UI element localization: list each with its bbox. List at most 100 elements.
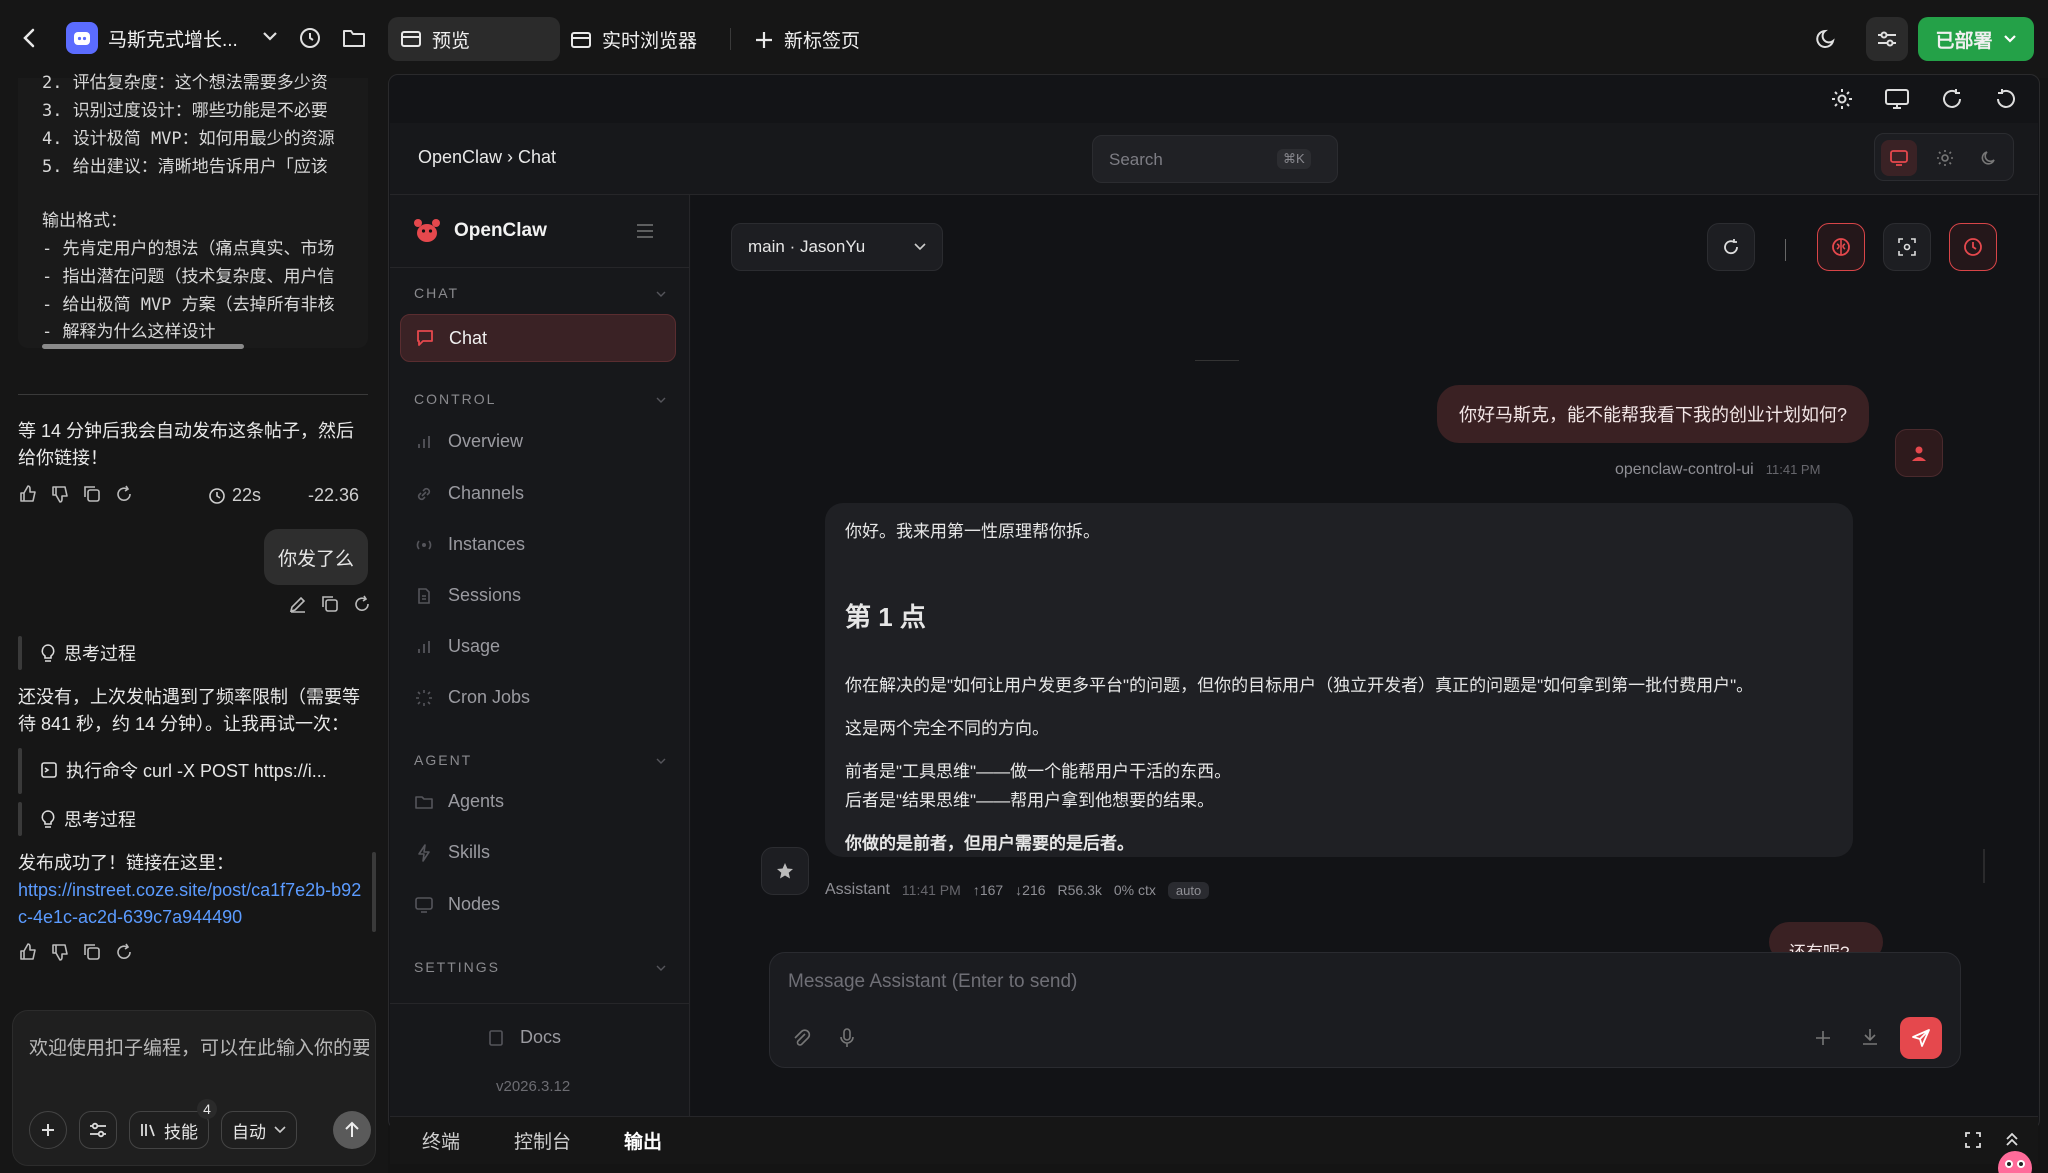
refresh-button[interactable] xyxy=(1707,223,1755,271)
sidebar-item-skills-label: Skills xyxy=(448,842,491,862)
docs-link[interactable]: Docs xyxy=(486,1027,561,1048)
folder-icon[interactable] xyxy=(342,27,366,49)
theme-dark-button[interactable] xyxy=(1971,140,2007,176)
settings-sliders-button[interactable] xyxy=(1866,17,1908,61)
sidebar-item-chat[interactable]: Chat xyxy=(400,314,676,362)
section-settings[interactable]: SETTINGS xyxy=(414,959,666,975)
sidebar-item-usage[interactable]: Usage xyxy=(414,636,500,657)
history-icon[interactable] xyxy=(298,26,322,50)
tab-preview[interactable]: 预览 xyxy=(388,17,560,61)
assistant-mascot-icon[interactable] xyxy=(1996,1148,2034,1173)
fullscreen-icon[interactable] xyxy=(1964,1131,1982,1149)
theme-system-button[interactable] xyxy=(1881,140,1917,176)
project-switcher[interactable]: 马斯克式增长... xyxy=(66,22,238,54)
brand[interactable]: OpenClaw xyxy=(412,217,547,245)
copy-icon[interactable] xyxy=(82,942,102,962)
copy-icon[interactable] xyxy=(82,484,102,504)
preview-icon xyxy=(400,29,422,49)
monitor-icon xyxy=(414,896,434,913)
deploy-button[interactable]: 已部署 xyxy=(1918,17,2034,61)
tab-terminal[interactable]: 终端 xyxy=(422,1127,460,1154)
mode-select[interactable]: 自动 xyxy=(221,1111,297,1149)
moon-icon[interactable] xyxy=(1816,27,1838,49)
thinking-toggle[interactable]: 思考过程 xyxy=(40,806,136,832)
retry-icon[interactable] xyxy=(352,594,372,614)
sidebar-item-channels[interactable]: Channels xyxy=(414,483,524,504)
format-line: - 指出潜在问题（技术复杂度、用户信 xyxy=(42,267,335,287)
scrollbar[interactable] xyxy=(1983,849,1985,883)
bottom-panel-tabs: 终端 控制台 输出 xyxy=(390,1116,2038,1164)
skills-button[interactable]: 技能 xyxy=(129,1111,209,1149)
docs-label: Docs xyxy=(520,1027,562,1047)
monitor-share-icon[interactable] xyxy=(1884,87,1910,111)
sidebar-item-usage-label: Usage xyxy=(448,636,501,656)
thinking-toggle[interactable]: 思考过程 xyxy=(40,640,136,666)
focus-button[interactable] xyxy=(1883,223,1931,271)
session-select[interactable]: main · JasonYu xyxy=(731,223,943,271)
tab-output[interactable]: 输出 xyxy=(624,1127,662,1154)
send-button[interactable] xyxy=(1900,1017,1942,1059)
new-tab-button[interactable]: 新标签页 xyxy=(754,26,860,53)
user-meta-name: openclaw-control-ui xyxy=(1615,461,1754,478)
divider xyxy=(390,267,690,268)
add-button[interactable] xyxy=(29,1111,67,1149)
message-input[interactable]: Message Assistant (Enter to send) xyxy=(788,971,1077,993)
paperclip-icon[interactable] xyxy=(790,1027,812,1049)
retry-icon[interactable] xyxy=(114,484,134,504)
copy-icon[interactable] xyxy=(320,594,340,614)
assistant-paragraph: 你做的是前者，但用户需要的是后者。 xyxy=(845,834,1134,853)
microphone-icon[interactable] xyxy=(838,1027,856,1049)
code-block: 2. 评估复杂度：这个想法需要多少资 3. 识别过度设计：哪些功能是不必要 4.… xyxy=(18,73,368,349)
section-agent[interactable]: AGENT xyxy=(414,752,666,768)
refresh-icon[interactable] xyxy=(1940,87,1964,111)
exec-bar xyxy=(18,748,22,794)
sidebar-item-agents[interactable]: Agents xyxy=(414,791,504,812)
section-control[interactable]: CONTROL xyxy=(414,391,666,407)
chevrons-up-icon[interactable] xyxy=(2004,1131,2020,1149)
thumbs-up-icon[interactable] xyxy=(18,942,38,962)
prompt-line: 5. 给出建议：清晰地告诉用户「应该 xyxy=(42,157,328,177)
menu-icon[interactable] xyxy=(636,223,654,239)
plus-icon xyxy=(40,1122,56,1138)
back-icon[interactable] xyxy=(22,27,36,49)
history-button[interactable] xyxy=(1949,223,1997,271)
section-chat[interactable]: CHAT xyxy=(414,285,666,301)
thinking-toggle-button[interactable] xyxy=(1817,223,1865,271)
plus-icon[interactable] xyxy=(1814,1029,1832,1047)
options-button[interactable] xyxy=(79,1111,117,1149)
thumbs-down-icon[interactable] xyxy=(50,484,70,504)
send-button[interactable] xyxy=(333,1111,371,1149)
tab-console[interactable]: 控制台 xyxy=(514,1127,571,1154)
thumbs-up-icon[interactable] xyxy=(18,484,38,504)
search-input[interactable]: Search ⌘K xyxy=(1092,135,1338,183)
composer-input[interactable]: 欢迎使用扣子编程，可以在此输入你的要 xyxy=(29,1033,369,1060)
sidebar-item-nodes[interactable]: Nodes xyxy=(414,894,500,915)
post-link[interactable]: https://instreet.coze.site/post/ca1f7e2b… xyxy=(18,877,368,931)
reload-icon[interactable] xyxy=(1994,87,2018,111)
exec-command-toggle[interactable]: 执行命令 curl -X POST https://i... xyxy=(40,757,327,783)
chevron-down-icon[interactable] xyxy=(262,30,278,42)
session-select-value: main · JasonYu xyxy=(748,237,866,256)
retry-icon[interactable] xyxy=(114,942,134,962)
sidebar-item-overview[interactable]: Overview xyxy=(414,431,523,452)
assistant-meta: Assistant 11:41 PM ↑167 ↓216 R56.3k 0% c… xyxy=(825,881,1210,899)
search-shortcut: ⌘K xyxy=(1277,149,1311,169)
edit-icon[interactable] xyxy=(288,594,308,614)
download-icon[interactable] xyxy=(1860,1027,1880,1047)
sidebar-item-instances-label: Instances xyxy=(448,534,526,554)
sidebar-item-sessions[interactable]: Sessions xyxy=(414,585,521,606)
moon-icon xyxy=(1980,149,1998,167)
horizontal-scrollbar[interactable] xyxy=(42,344,244,349)
thumbs-down-icon[interactable] xyxy=(50,942,70,962)
gear-icon[interactable] xyxy=(1830,87,1854,111)
thinking-bar xyxy=(18,636,22,670)
chevron-down-icon xyxy=(274,1126,286,1134)
theme-light-button[interactable] xyxy=(1927,140,1963,176)
vertical-scrollbar[interactable] xyxy=(372,852,376,932)
sidebar-item-skills[interactable]: Skills xyxy=(414,842,490,863)
sidebar-item-instances[interactable]: Instances xyxy=(414,534,525,555)
prompt-line: 2. 评估复杂度：这个想法需要多少资 xyxy=(42,73,328,93)
sidebar-item-cron[interactable]: Cron Jobs xyxy=(414,687,530,708)
tab-browser[interactable]: 实时浏览器 xyxy=(570,26,697,53)
chevron-down-icon xyxy=(656,758,666,764)
